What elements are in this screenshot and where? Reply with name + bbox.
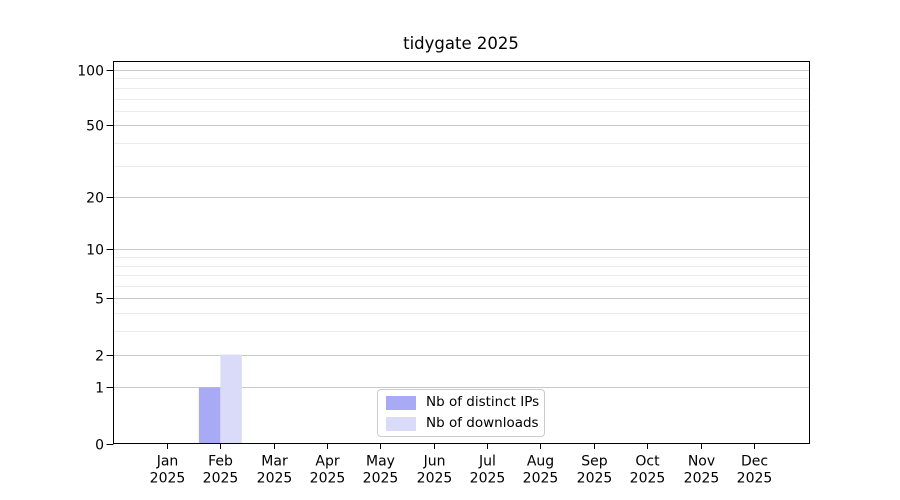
bar-distinct-ips-feb xyxy=(199,387,221,443)
x-tick-label-month: Jan xyxy=(156,454,179,470)
x-tick-label-year: 2025 xyxy=(310,471,346,487)
x-tick-label-year: 2025 xyxy=(630,471,666,487)
x-tick-label-month: Sep xyxy=(581,454,608,470)
y-tick-label: 20 xyxy=(86,191,104,207)
x-tick-label-year: 2025 xyxy=(417,471,453,487)
x-tick-label-year: 2025 xyxy=(470,471,506,487)
legend: Nb of distinct IPs Nb of downloads xyxy=(377,389,545,437)
x-tick-label-year: 2025 xyxy=(684,471,720,487)
y-tick-label: 10 xyxy=(86,243,104,259)
x-tick-label-year: 2025 xyxy=(523,471,559,487)
y-tick-label: 2 xyxy=(95,349,104,365)
legend-swatch-downloads xyxy=(386,417,416,431)
x-tick-label-month: Mar xyxy=(261,454,288,470)
x-tick-label-month: Apr xyxy=(315,454,339,470)
x-tick-label-month: May xyxy=(366,454,395,470)
x-tick-label-month: Jul xyxy=(478,454,496,470)
legend-item-downloads: Nb of downloads xyxy=(386,417,544,431)
x-tick-label-month: Dec xyxy=(741,454,768,470)
y-tick-label: 100 xyxy=(77,64,104,80)
x-tick-label-year: 2025 xyxy=(737,471,773,487)
figure: tidygate 2025 0125102050100Jan2025Feb202… xyxy=(0,0,900,500)
x-tick-label-month: Nov xyxy=(688,454,715,470)
x-tick-label-year: 2025 xyxy=(577,471,613,487)
bar-downloads-feb xyxy=(220,355,242,444)
x-tick-label-month: Aug xyxy=(527,454,554,470)
x-tick-label-year: 2025 xyxy=(203,471,239,487)
legend-item-distinct-ips: Nb of distinct IPs xyxy=(386,396,544,410)
legend-label-distinct-ips: Nb of distinct IPs xyxy=(426,395,539,410)
plot-border xyxy=(114,62,810,444)
x-tick-label-year: 2025 xyxy=(363,471,399,487)
x-tick-label-month: Feb xyxy=(208,454,233,470)
x-tick-label-year: 2025 xyxy=(150,471,186,487)
legend-label-downloads: Nb of downloads xyxy=(426,416,539,431)
x-tick-label-year: 2025 xyxy=(257,471,293,487)
legend-swatch-distinct-ips xyxy=(386,396,416,410)
y-tick-label: 5 xyxy=(95,292,104,308)
y-tick-label: 0 xyxy=(95,438,104,454)
y-tick-label: 1 xyxy=(95,381,104,397)
x-tick-label-month: Jun xyxy=(423,454,446,470)
y-tick-label: 50 xyxy=(86,119,104,135)
x-tick-label-month: Oct xyxy=(635,454,660,470)
